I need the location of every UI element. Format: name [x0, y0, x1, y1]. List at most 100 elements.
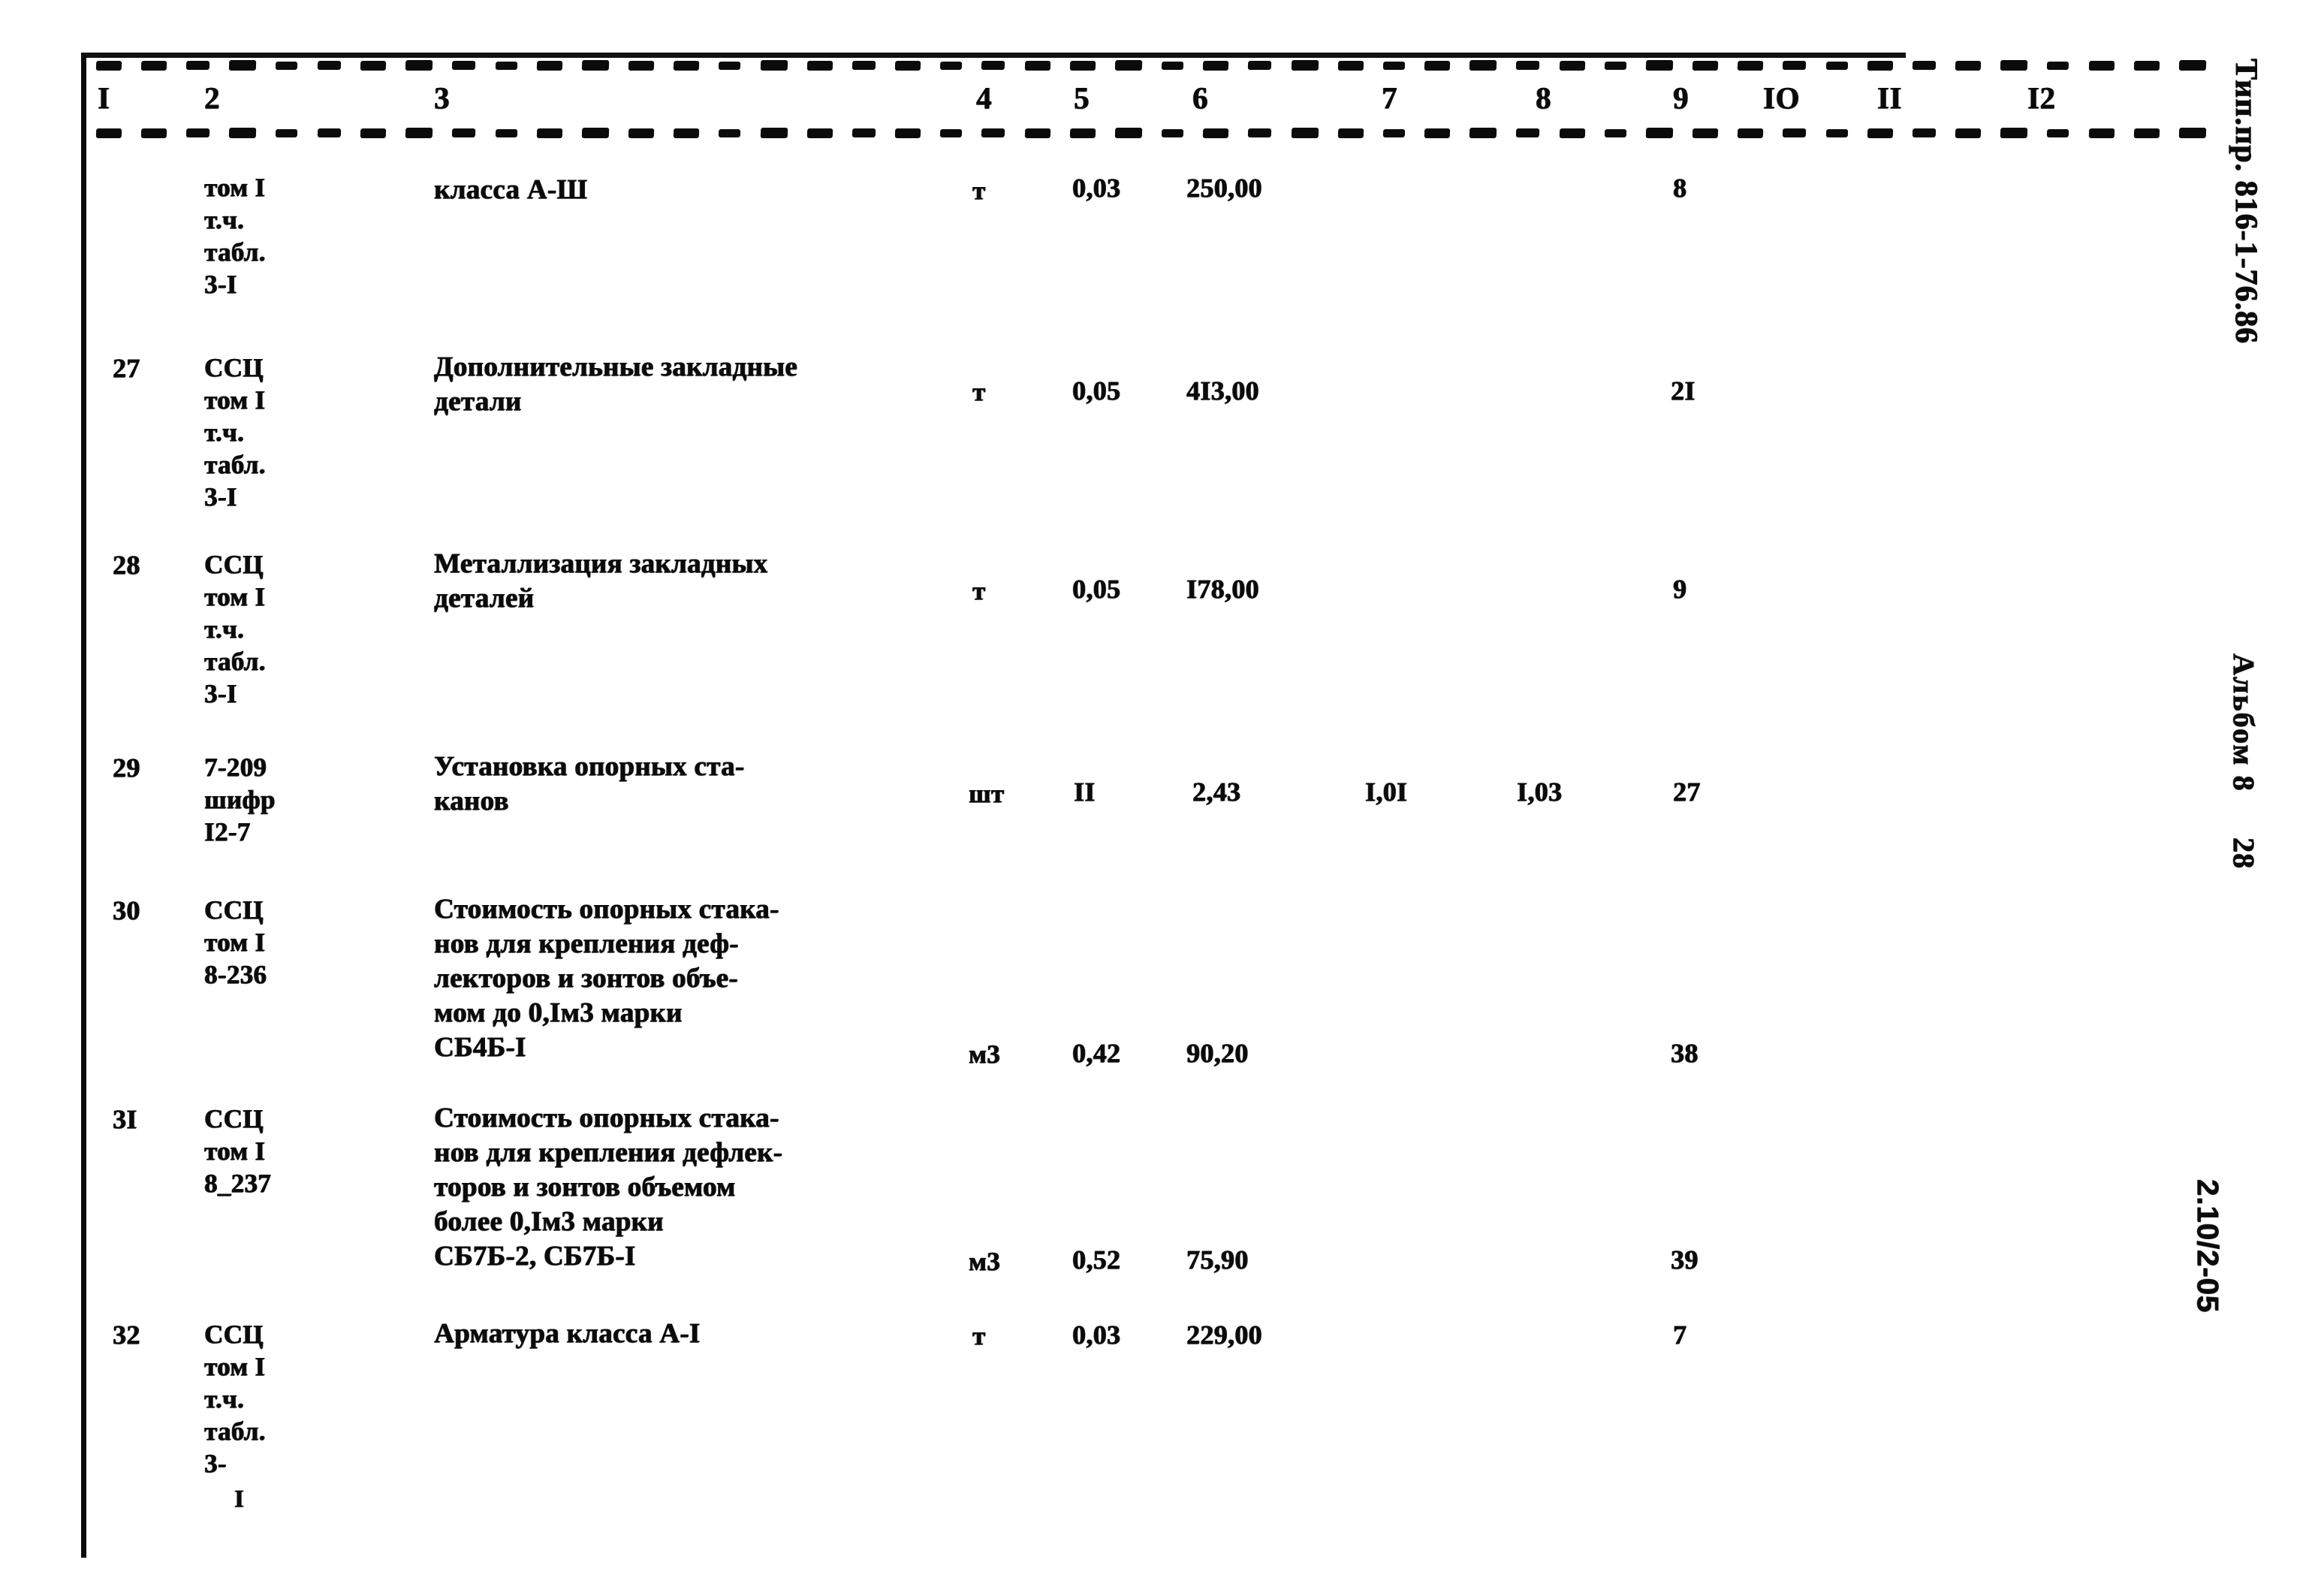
- table-row: Стоимость опорных стака- нов для креплен…: [434, 1103, 783, 1272]
- table-row: 9: [1673, 574, 1687, 604]
- dashed-rule-segment: [1424, 60, 1451, 71]
- table-row: т: [972, 1321, 986, 1350]
- table-row: ССЦ том I т.ч. табл. 3-: [204, 1320, 266, 1478]
- dashed-rule-segment: [140, 60, 167, 71]
- dashed-rule-segment: [1692, 128, 1719, 138]
- dashed-rule-segment: [1203, 128, 1229, 138]
- table-row: шт: [969, 779, 1005, 808]
- dashed-rule-segment: [1114, 128, 1143, 138]
- dashed-rule-segment: [1337, 60, 1364, 71]
- dashed-rule-segment: [852, 61, 876, 70]
- table-row: 0,03: [1072, 1320, 1121, 1350]
- table-row: 30: [113, 895, 140, 925]
- table-row: ССЦ том I т.ч. табл. 3-I: [204, 353, 266, 511]
- table-row: 4I3,00: [1186, 376, 1259, 406]
- dashed-rule-segment: [1737, 60, 1764, 71]
- dashed-rule-segment: [1024, 128, 1051, 138]
- table-row: I,0I: [1365, 777, 1408, 807]
- dashed-rule-segment: [2047, 128, 2069, 137]
- column-header-11: II: [1877, 80, 1902, 115]
- dashed-rule-segment: [1825, 61, 1849, 70]
- dashed-rule-segment: [581, 60, 610, 71]
- dashed-rule-segment: [806, 128, 833, 138]
- table-row: том I т.ч. табл. 3-I: [204, 173, 266, 299]
- dashed-rule-segment: [1291, 128, 1319, 138]
- dashed-rule-segment: [1604, 61, 1627, 70]
- table-row: 28: [113, 550, 140, 580]
- dashed-rule-segment: [1867, 128, 1894, 138]
- dashed-rule-segment: [939, 128, 963, 137]
- table-row: I78,00: [1186, 574, 1259, 604]
- dashed-rule-segment: [536, 60, 563, 71]
- dashed-rule-segment: [229, 60, 257, 71]
- dashed-rule-segment: [317, 61, 342, 70]
- dashed-rule-segment: [452, 61, 476, 70]
- dashed-rule-segment: [2088, 128, 2115, 138]
- dashed-rule-segment: [806, 60, 833, 71]
- table-row: Арматура класса А-I: [434, 1318, 701, 1349]
- table-row: 3I: [113, 1104, 137, 1134]
- table-row: м3: [969, 1247, 1000, 1276]
- dashed-rule-segment: [1559, 60, 1585, 71]
- column-header-4: 4: [976, 80, 992, 115]
- album-number-stamp: Альбом 8: [2227, 653, 2261, 792]
- dashed-rule-segment: [405, 60, 433, 71]
- dashed-rule-segment: [1382, 128, 1406, 137]
- column-header-12: I2: [2027, 80, 2056, 115]
- table-left-rule: [81, 56, 86, 1558]
- table-row: 229,00: [1186, 1320, 1262, 1350]
- dashed-rule-segment: [1912, 61, 1937, 70]
- dashed-rule-segment: [719, 61, 741, 70]
- table-row: 29: [113, 753, 140, 783]
- dashed-rule-segment: [1955, 60, 1982, 71]
- dashed-rule-segment: [2133, 128, 2160, 138]
- column-header-8: 8: [1536, 80, 1551, 115]
- table-row: 27: [113, 353, 140, 383]
- table-row: 0,05: [1072, 376, 1121, 406]
- dashed-rule-segment: [1203, 60, 1229, 71]
- table-row: ССЦ том I 8_237: [204, 1104, 271, 1198]
- table-row: 90,20: [1186, 1038, 1249, 1068]
- table-row: 0,03: [1072, 173, 1121, 203]
- dashed-rule-segment: [628, 60, 655, 71]
- dashed-rule-segment: [2000, 128, 2028, 138]
- dashed-rule-segment: [1516, 128, 1540, 137]
- dashed-rule-segment: [1248, 61, 1272, 70]
- dashed-rule-segment: [1604, 128, 1627, 137]
- dashed-rule-segment: [229, 128, 257, 138]
- dashed-rule-segment: [1783, 128, 1807, 137]
- dashed-rule-segment: [495, 128, 518, 137]
- table-row: Дополнительные закладные детали: [434, 351, 797, 417]
- column-header-7: 7: [1382, 80, 1397, 115]
- dashed-rule-segment: [1337, 128, 1364, 138]
- dashed-rule-segment: [1912, 128, 1937, 137]
- dashed-rule-segment: [628, 128, 655, 138]
- table-row: 0,42: [1072, 1038, 1121, 1068]
- table-row: ССЦ том I т.ч. табл. 3-I: [204, 550, 266, 708]
- dashed-rule-segment: [2178, 128, 2207, 138]
- dashed-rule-segment: [673, 60, 700, 71]
- dashed-rule-segment: [1825, 128, 1849, 137]
- dashed-rule-segment: [317, 128, 342, 137]
- table-row: 8: [1673, 173, 1687, 203]
- page-number-stamp: 28: [2227, 837, 2261, 869]
- dashed-rule-segment: [186, 61, 210, 70]
- dashed-rule-segment: [1024, 60, 1051, 71]
- dashed-rule-segment: [2178, 60, 2207, 71]
- dashed-rule-segment: [894, 60, 921, 71]
- table-row: 32: [113, 1320, 140, 1350]
- dashed-rule-segment: [1069, 128, 1096, 138]
- dashed-rule-segment: [852, 128, 876, 137]
- table-row: 7: [1673, 1320, 1687, 1350]
- project-number-stamp: Тип.пр. 816-1-76.86: [2229, 59, 2263, 344]
- dashed-rule-segment: [1069, 60, 1096, 71]
- dashed-rule-segment: [1783, 61, 1807, 70]
- dashed-rule-segment: [2000, 60, 2028, 71]
- table-row: I,03: [1517, 777, 1563, 807]
- table-row: Установка опорных ста- канов: [434, 751, 745, 816]
- dashed-rule-segment: [1424, 128, 1451, 138]
- dashed-rule-segment: [452, 128, 476, 137]
- dashed-rule-segment: [894, 128, 921, 138]
- column-header-3: 3: [434, 80, 450, 115]
- dashed-rule-segment: [2047, 61, 2069, 70]
